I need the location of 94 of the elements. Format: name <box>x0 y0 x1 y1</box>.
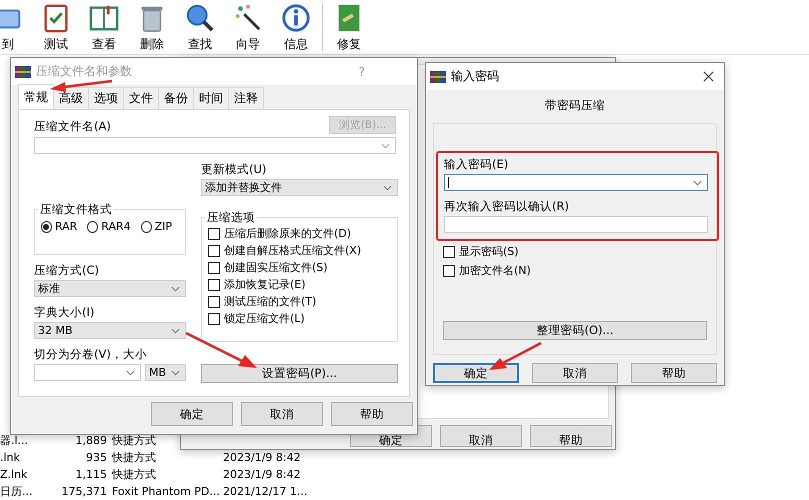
field-label: 输入密码(E) <box>444 157 510 172</box>
file-size: 175,371 <box>60 484 107 500</box>
checkbox-label: 显示密码(S) <box>459 244 519 259</box>
dialog-button[interactable]: 帮助 <box>530 425 612 447</box>
chevron-icon <box>693 180 702 186</box>
toolbar-button[interactable]: 修复 <box>325 3 373 53</box>
file-type: 快捷方式 <box>112 450 157 466</box>
checkbox-label: 添加恢复记录(E) <box>224 277 306 292</box>
radio-label: RAR <box>54 220 78 233</box>
radio-label: ZIP <box>154 220 172 233</box>
magic-wand-icon <box>233 3 263 33</box>
checkbox-label: 创建自解压格式压缩文件(X) <box>224 243 362 258</box>
file-name: 日历... <box>0 484 34 500</box>
dialog-button[interactable]: 确定 <box>151 402 233 426</box>
organize-passwords-button[interactable]: 整理密码(O)... <box>443 321 707 340</box>
chevron-icon <box>171 328 180 334</box>
checkbox[interactable] <box>443 264 455 276</box>
file-size: 935 <box>85 450 107 466</box>
field-label: 压缩文件名(A) <box>34 119 111 134</box>
toolbar-button[interactable]: 信息 <box>272 3 320 53</box>
file-size: 1,889 <box>74 433 107 449</box>
magnifier-icon <box>185 3 215 33</box>
checkbox[interactable] <box>208 244 220 256</box>
dropdown[interactable]: 32 MB <box>34 322 186 339</box>
window-title: 压缩文件名和参数 <box>36 63 133 80</box>
dialog-button[interactable]: 取消 <box>241 402 323 426</box>
dialog-subtitle: 带密码压缩 <box>544 98 606 113</box>
set-password-button[interactable]: 设置密码(P)... <box>201 364 398 383</box>
chevron-icon <box>381 143 390 149</box>
field-label: 字典大小(I) <box>34 305 96 320</box>
checkbox[interactable] <box>208 228 220 240</box>
annotation-arrow <box>50 80 112 92</box>
password-field[interactable] <box>444 174 708 191</box>
file-type: Foxit Phantom PD... <box>112 484 218 500</box>
books-icon <box>430 68 446 84</box>
tab[interactable]: 常规 <box>18 84 54 109</box>
dialog-button[interactable]: 帮助 <box>631 363 717 383</box>
file-size: 1,115 <box>74 467 107 483</box>
checkbox[interactable] <box>208 296 220 308</box>
toolbar-button[interactable]: 向导 <box>224 3 272 53</box>
checkbox[interactable] <box>443 246 455 258</box>
field-label: 压缩方式(C) <box>34 263 100 278</box>
toolbar-button[interactable]: 查找 <box>176 3 224 53</box>
file-name: 器.l... <box>0 433 30 449</box>
field-label: 再次输入密码以确认(R) <box>444 199 570 214</box>
archive-name-field[interactable] <box>34 137 396 154</box>
dialog-button[interactable]: 取消 <box>532 363 618 383</box>
chevron-icon <box>126 370 135 376</box>
checkbox[interactable] <box>208 262 220 274</box>
radio-button[interactable] <box>41 220 52 232</box>
toolbar-button[interactable]: 测试 <box>32 3 80 53</box>
dialog-button[interactable]: 确定 <box>433 363 519 383</box>
info-icon <box>281 3 311 33</box>
volume-size-field[interactable] <box>34 364 141 381</box>
tab[interactable]: 注释 <box>228 87 264 109</box>
group-title: 压缩选项 <box>206 210 256 225</box>
dialog-button[interactable]: 帮助 <box>331 402 413 426</box>
confirm-password-field[interactable] <box>444 216 708 233</box>
toolbar-button[interactable]: 查看 <box>80 3 128 53</box>
close-icon[interactable] <box>703 71 714 82</box>
toolbar-button[interactable]: 删除 <box>128 3 176 53</box>
file-name: Z.lnk <box>0 467 28 483</box>
radio-button[interactable] <box>140 220 152 232</box>
dialog-button[interactable]: 取消 <box>440 425 522 447</box>
radio-label: RAR4 <box>101 220 131 233</box>
checkbox-label: 创建固实压缩文件(S) <box>224 260 328 275</box>
chevron-icon <box>171 286 180 292</box>
file-date: 2023/1/9 8:42 <box>223 467 302 483</box>
checkbox-label: 加密文件名(N) <box>459 263 531 278</box>
checkbox[interactable] <box>208 312 220 324</box>
file-date: 2023/1/9 8:42 <box>223 450 302 466</box>
toolbar-button[interactable]: 到 <box>0 3 32 53</box>
annotation-arrow <box>185 332 257 368</box>
chevron-icon <box>171 370 180 376</box>
field-label: 更新模式(U) <box>201 162 268 177</box>
annotation-arrow <box>489 342 542 370</box>
books-icon <box>15 64 31 80</box>
file-name: .lnk <box>0 450 21 466</box>
book-icon <box>89 3 119 33</box>
field-label: 切分为分卷(V)，大小 <box>34 347 148 362</box>
dropdown[interactable]: 标准 <box>34 280 186 297</box>
checkbox[interactable] <box>208 278 220 290</box>
checkbox-label: 压缩后删除原来的文件(D) <box>224 226 352 241</box>
dropdown[interactable]: 添加并替换文件 <box>201 179 398 196</box>
file-type: 快捷方式 <box>112 433 157 449</box>
window-title: 输入密码 <box>451 68 500 85</box>
chevron-icon <box>383 185 392 191</box>
radio-button[interactable] <box>87 220 98 232</box>
file-date: 2021/12/17 1... <box>223 484 308 500</box>
checkbox-label: 锁定压缩文件(L) <box>224 311 305 326</box>
checkbox-label: 测试压缩的文件(T) <box>224 294 316 309</box>
dropdown[interactable]: MB <box>145 364 186 381</box>
file-type: 快捷方式 <box>112 467 157 483</box>
group-title: 压缩文件格式 <box>39 202 113 217</box>
